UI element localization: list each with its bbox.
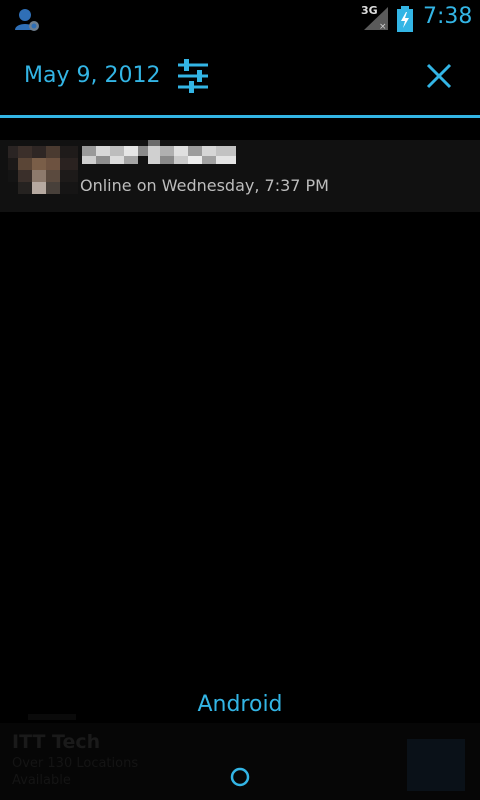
carrier-label: Android: [197, 692, 283, 717]
clear-all-button[interactable]: [416, 56, 462, 96]
notification-text: Online on Wednesday, 7:37 PM: [80, 176, 329, 195]
ad-subtitle: Over 130 Locations Available: [12, 755, 192, 789]
ad-action-button: [407, 739, 465, 791]
notification-header: May 9, 2012: [0, 40, 480, 116]
close-icon: [426, 63, 452, 89]
svg-text:×: ×: [379, 22, 387, 31]
ad-subtitle-line1: Over 130 Locations: [12, 756, 139, 771]
quick-settings-sliders-icon: [178, 59, 208, 93]
status-time: 7:38: [423, 4, 473, 29]
header-divider: [0, 115, 480, 118]
network-type-label: 3G: [361, 4, 378, 17]
contact-avatar: [8, 140, 78, 212]
header-date: May 9, 2012: [24, 63, 161, 88]
notification-shade: × 3G 7:38 May 9, 2012 Online on Wednesda…: [0, 0, 480, 800]
contact-notification-icon: [15, 9, 39, 31]
notification-item[interactable]: Online on Wednesday, 7:37 PM: [0, 140, 480, 212]
notification-title-pixelated: [82, 140, 236, 164]
battery-charging-icon: [397, 6, 413, 32]
shade-handle-icon[interactable]: [228, 765, 252, 789]
ad-title: ITT Tech: [12, 731, 101, 753]
ad-subtitle-line2: Available: [12, 773, 71, 788]
quick-settings-button[interactable]: [170, 56, 216, 96]
status-bar: × 3G 7:38: [0, 0, 480, 40]
